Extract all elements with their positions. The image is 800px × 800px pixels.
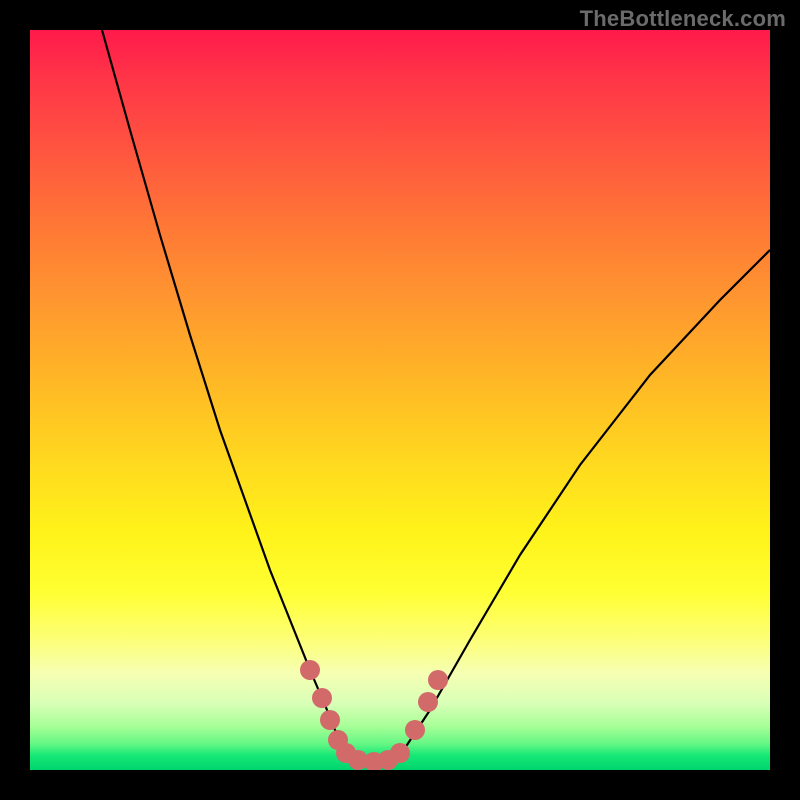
- chart-svg: [30, 30, 770, 770]
- marker-point: [312, 688, 332, 708]
- marker-point: [418, 692, 438, 712]
- chart-area: [30, 30, 770, 770]
- bottleneck-curve: [102, 30, 770, 762]
- marker-point: [390, 743, 410, 763]
- marker-point: [320, 710, 340, 730]
- marker-point: [300, 660, 320, 680]
- watermark-text: TheBottleneck.com: [580, 6, 786, 32]
- marker-point: [428, 670, 448, 690]
- marker-point: [405, 720, 425, 740]
